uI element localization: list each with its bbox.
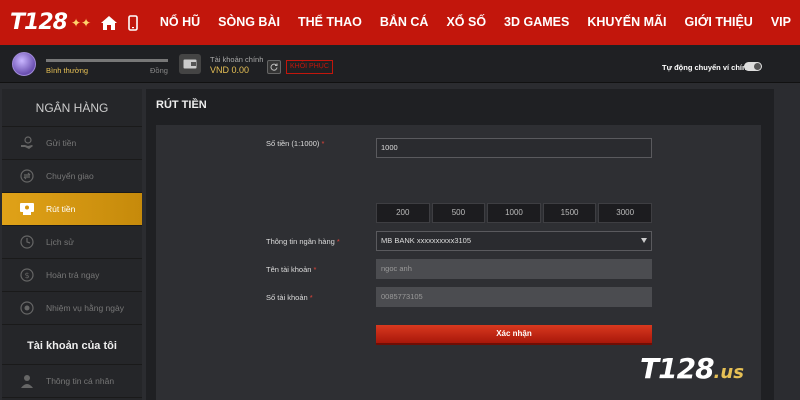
user-bar: Bình thường Đồng Tài khoản chính VND 0.0… — [0, 45, 800, 83]
auto-transfer-label: Tự động chuyển ví chính — [662, 63, 752, 72]
amount-presets: 200 500 1000 1500 3000 — [376, 203, 652, 223]
mission-icon — [18, 299, 36, 317]
sidebar-item-history[interactable]: Lịch sử — [2, 226, 142, 259]
history-icon — [18, 233, 36, 251]
sidebar-item-label: Gửi tiền — [46, 138, 77, 148]
amount-input[interactable]: 1000 — [376, 138, 652, 158]
sidebar-item-personal-info[interactable]: Thông tin cá nhân — [2, 365, 142, 398]
sidebar-item-label: Chuyển giao — [46, 171, 94, 181]
level-progress-bar — [46, 59, 168, 62]
main-menu: NỔ HŨ SÒNG BÀI THỂ THAO BẮN CÁ XỔ SỐ 3D … — [151, 0, 800, 45]
wallet-icon — [179, 54, 201, 74]
user-icon — [18, 372, 36, 390]
transfer-icon — [18, 167, 36, 185]
sidebar-item-label: Hoàn trả ngay — [46, 270, 100, 280]
refund-icon: $ — [18, 266, 36, 284]
site-logo[interactable]: T128 ✦✦ — [0, 0, 97, 45]
sidebar-item-label: Lịch sử — [46, 237, 74, 247]
restore-button[interactable]: KHÔI PHỤC — [286, 60, 333, 74]
bank-info-label-text: Thông tin ngân hàng — [266, 237, 335, 246]
account-name-label-text: Tên tài khoản — [266, 265, 312, 274]
amount-preset-button[interactable]: 200 — [376, 203, 430, 223]
sidebar-item-label: Rút tiền — [46, 204, 76, 214]
required-mark: * — [336, 237, 340, 246]
page-title: RÚT TIỀN — [156, 99, 207, 111]
sidebar-item-deposit[interactable]: Gửi tiền — [2, 127, 142, 160]
amount-label: Số tiền (1:1000) * — [266, 139, 324, 148]
deposit-icon — [18, 134, 36, 152]
bank-select[interactable]: MB BANK xxxxxxxxxx3105 — [376, 231, 652, 251]
sidebar-item-daily-mission[interactable]: Nhiệm vụ hằng ngày — [2, 292, 142, 325]
sidebar-item-refund[interactable]: $ Hoàn trả ngay — [2, 259, 142, 292]
bank-info-label: Thông tin ngân hàng * — [266, 237, 340, 246]
svg-text:$: $ — [25, 271, 30, 280]
account-name-field: ngoc anh — [376, 259, 652, 279]
account-name-label: Tên tài khoản * — [266, 265, 316, 274]
watermark-main: T128 — [640, 352, 715, 385]
account-number-label-text: Số tài khoản — [266, 293, 308, 302]
watermark-suffix: .us — [713, 362, 744, 383]
main-account-balance: VND 0.00 — [210, 65, 250, 75]
nav-promotions[interactable]: KHUYẾN MÃI — [578, 0, 675, 45]
top-navigation: T128 ✦✦ NỔ HŨ SÒNG BÀI THỂ THAO BẮN CÁ X… — [0, 0, 800, 45]
logo-text: T128 — [10, 10, 68, 35]
sidebar-item-transfer[interactable]: Chuyển giao — [2, 160, 142, 193]
amount-label-text: Số tiền (1:1000) — [266, 139, 320, 148]
reindeer-decoration-icon: ✦✦ — [70, 15, 92, 30]
amount-preset-button[interactable]: 1500 — [542, 203, 597, 223]
next-level-name: Đồng — [150, 66, 168, 75]
toggle-knob — [754, 63, 761, 70]
account-number-label: Số tài khoản * — [266, 293, 313, 302]
nav-slots[interactable]: NỔ HŨ — [151, 0, 209, 45]
refresh-button[interactable] — [267, 60, 281, 74]
home-icon[interactable] — [97, 0, 121, 45]
sidebar-item-label: Thông tin cá nhân — [46, 376, 115, 386]
bank-select-value: MB BANK xxxxxxxxxx3105 — [381, 236, 472, 245]
required-mark: * — [313, 265, 317, 274]
amount-preset-button[interactable]: 3000 — [598, 203, 652, 223]
account-number-field: 0085773105 — [376, 287, 652, 307]
mobile-icon[interactable] — [121, 0, 145, 45]
sidebar: NGÂN HÀNG Gửi tiền Chuyển giao Rút tiền … — [2, 89, 142, 400]
withdraw-icon — [18, 200, 36, 218]
auto-transfer-toggle[interactable] — [744, 62, 762, 71]
nav-sports[interactable]: THỂ THAO — [289, 0, 371, 45]
required-mark: * — [309, 293, 313, 302]
brand-watermark: T128 .us — [640, 352, 744, 385]
confirm-button[interactable]: Xác nhận — [376, 325, 652, 345]
sidebar-heading-bank: NGÂN HÀNG — [2, 89, 142, 127]
refresh-icon — [270, 63, 278, 71]
nav-fishing[interactable]: BẮN CÁ — [371, 0, 438, 45]
amount-preset-button[interactable]: 500 — [431, 203, 486, 223]
sidebar-heading-my-account: Tài khoản của tôi — [2, 327, 142, 365]
nav-vip[interactable]: VIP — [762, 0, 800, 45]
sidebar-item-withdraw[interactable]: Rút tiền — [2, 193, 142, 226]
chevron-down-icon — [641, 238, 647, 243]
nav-3d-games[interactable]: 3D GAMES — [495, 0, 578, 45]
amount-preset-button[interactable]: 1000 — [487, 203, 541, 223]
level-name: Bình thường — [46, 66, 89, 75]
nav-lottery[interactable]: XỔ SỐ — [437, 0, 495, 45]
main-account-label: Tài khoản chính — [210, 55, 264, 64]
required-mark: * — [321, 139, 325, 148]
nav-about[interactable]: GIỚI THIỆU — [676, 0, 762, 45]
sidebar-item-label: Nhiệm vụ hằng ngày — [46, 303, 124, 313]
nav-casino[interactable]: SÒNG BÀI — [209, 0, 289, 45]
avatar[interactable] — [12, 52, 36, 76]
